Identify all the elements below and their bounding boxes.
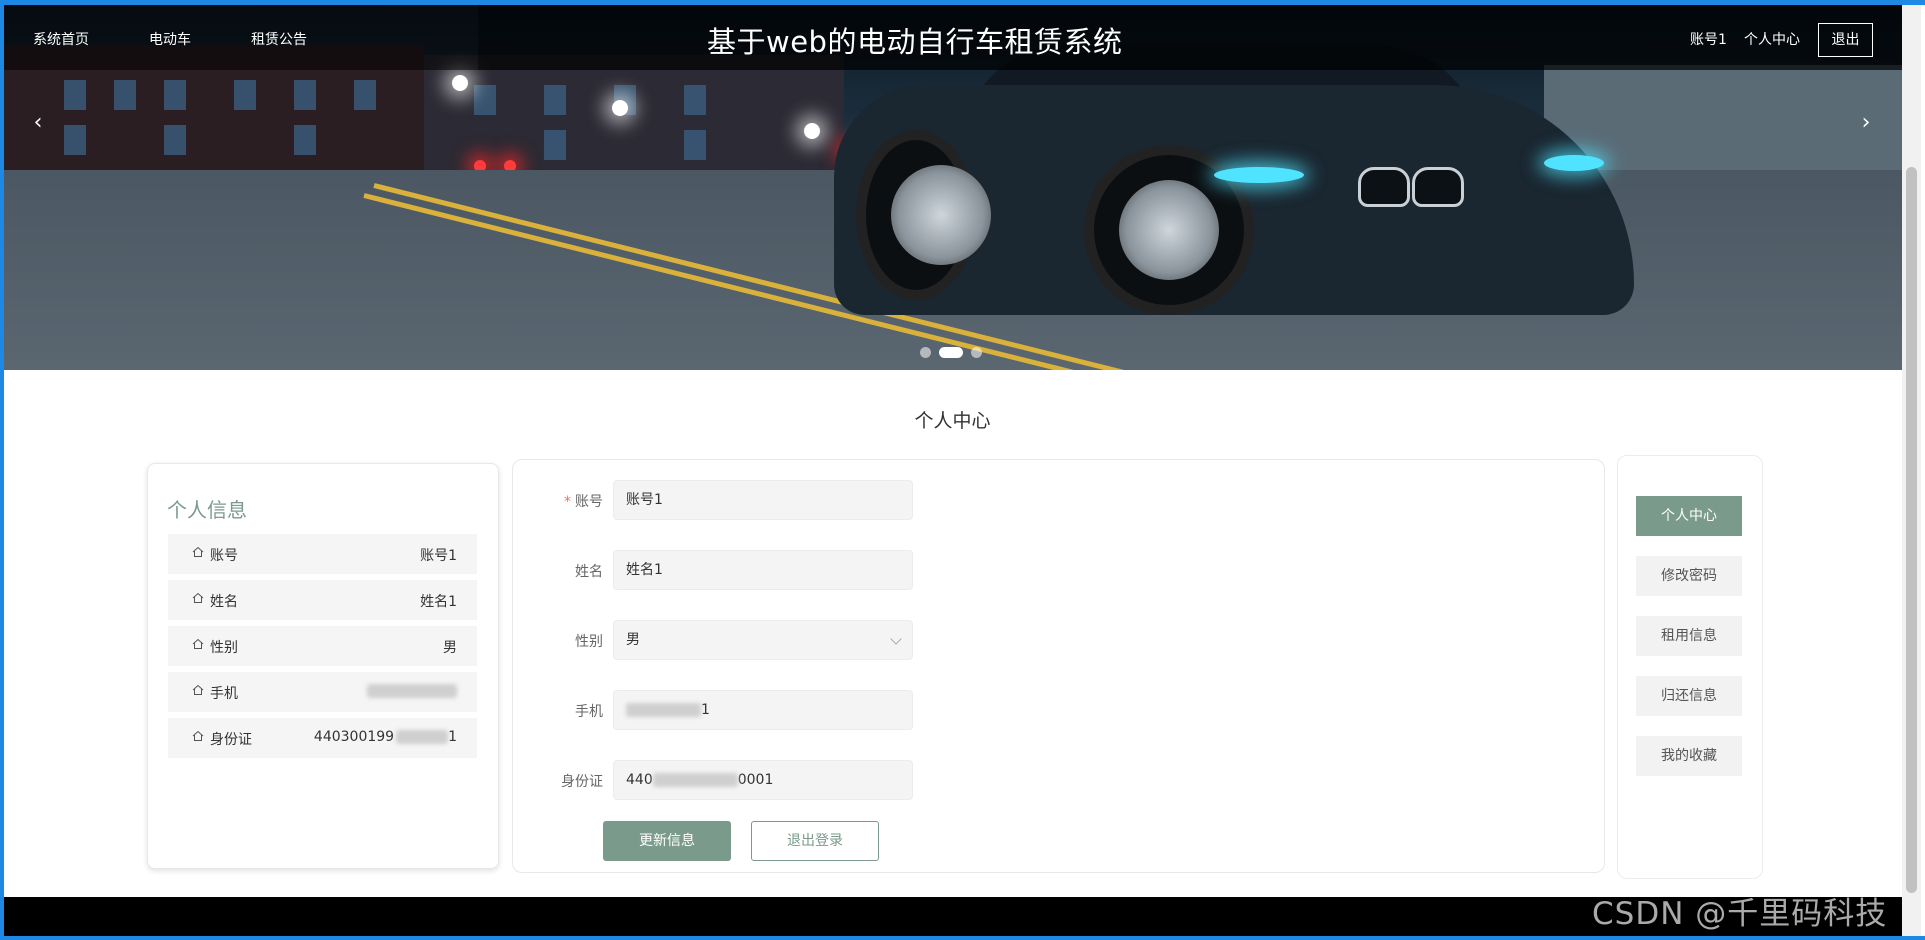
info-value: 账号1: [420, 548, 457, 564]
building-window: [164, 80, 186, 110]
building-window: [684, 130, 706, 160]
nav-personal-center[interactable]: 个人中心: [1744, 29, 1800, 49]
building-window: [544, 130, 566, 160]
street-light: [452, 75, 468, 91]
update-info-button[interactable]: 更新信息: [603, 821, 731, 861]
page-title: 个人中心: [914, 410, 991, 432]
side-menu: 个人中心 修改密码 租用信息 归还信息 我的收藏: [1617, 455, 1763, 879]
info-value: 姓名1: [420, 594, 457, 610]
nav-item-ebikes[interactable]: 电动车: [149, 29, 191, 49]
nav-item-home[interactable]: 系统首页: [33, 29, 89, 49]
building-window: [234, 80, 256, 110]
info-label: 账号: [210, 548, 238, 564]
carousel-prev-icon[interactable]: ‹: [23, 110, 53, 135]
idcard-value-suffix: 0001: [737, 772, 774, 788]
building-window: [64, 125, 86, 155]
carousel-dot[interactable]: [971, 347, 982, 358]
info-label: 性别: [210, 640, 238, 656]
car-grille: [1412, 167, 1464, 207]
logout-button[interactable]: 退出: [1818, 23, 1873, 57]
redaction-blur: [367, 684, 457, 698]
gender-label: 性别: [575, 634, 603, 650]
building-window: [294, 80, 316, 110]
name-input[interactable]: 姓名1: [613, 550, 913, 590]
chevron-down-icon: [890, 633, 902, 645]
side-menu-personal-center[interactable]: 个人中心: [1636, 496, 1742, 536]
home-icon: [192, 684, 204, 695]
info-value-redacted: [367, 683, 457, 699]
site-title: 基于web的电动自行车租赁系统: [707, 25, 1123, 59]
building-window: [684, 85, 706, 115]
side-menu-change-password[interactable]: 修改密码: [1636, 556, 1742, 596]
car-grille: [1358, 167, 1410, 207]
home-icon: [192, 546, 204, 557]
account-input[interactable]: 账号1: [613, 480, 913, 520]
account-label: * 账号: [513, 491, 603, 511]
building-window: [354, 80, 376, 110]
building-window: [114, 80, 136, 110]
logout-account-button[interactable]: 退出登录: [751, 821, 879, 861]
street-light: [612, 100, 628, 116]
scrollbar-thumb[interactable]: [1906, 167, 1917, 893]
info-value: 440300199 1: [313, 729, 457, 745]
info-value-visible: 440300199: [313, 729, 395, 745]
info-label: 姓名: [210, 594, 238, 610]
info-card-title: 个人信息: [167, 498, 247, 522]
redaction-blur: [396, 730, 449, 744]
info-label: 身份证: [210, 732, 252, 748]
nav-item-notices[interactable]: 租赁公告: [251, 29, 307, 49]
carousel-next-icon[interactable]: ›: [1851, 110, 1881, 135]
street-light: [804, 123, 820, 139]
idcard-label: 身份证: [561, 774, 603, 790]
building-window: [474, 85, 496, 115]
car-wheel-rear: [856, 130, 991, 300]
building-window: [544, 85, 566, 115]
carousel-dot-active[interactable]: [939, 347, 963, 358]
idcard-input[interactable]: 440 0001: [613, 760, 913, 800]
gender-select[interactable]: 男: [613, 620, 913, 660]
building-window: [164, 125, 186, 155]
building-window: [64, 80, 86, 110]
phone-label: 手机: [575, 704, 603, 720]
personal-info-card: 个人信息 账号 账号1 姓名 姓名1 性别 男 手机 身份证 440300199…: [147, 463, 499, 869]
home-icon: [192, 592, 204, 603]
carousel-dot[interactable]: [920, 347, 931, 358]
label-text: 账号: [575, 494, 603, 510]
name-label: 姓名: [575, 564, 603, 580]
info-row-account: 账号 账号1: [168, 534, 477, 574]
redaction-blur: [652, 773, 738, 787]
info-value: 男: [443, 640, 457, 656]
side-menu-rental-info[interactable]: 租用信息: [1636, 616, 1742, 656]
phone-value-visible: 1: [701, 702, 710, 718]
info-label: 手机: [210, 686, 238, 702]
top-navigation: 系统首页 电动车 租赁公告 基于web的电动自行车租赁系统 账号1 个人中心 退…: [4, 5, 1902, 70]
info-row-name: 姓名 姓名1: [168, 580, 477, 620]
profile-form-card: * 账号 账号1 姓名 姓名1 性别 男 手机 1 身份证 440 0001 更新信…: [512, 459, 1605, 873]
title-background: [478, 5, 1902, 70]
gender-select-value: 男: [626, 632, 640, 648]
info-row-gender: 性别 男: [168, 626, 477, 666]
watermark-text: CSDN @千里码科技: [1592, 896, 1888, 932]
phone-input[interactable]: 1: [613, 690, 913, 730]
side-menu-return-info[interactable]: 归还信息: [1636, 676, 1742, 716]
window-frame-bottom: [0, 936, 1925, 940]
side-menu-favorites[interactable]: 我的收藏: [1636, 736, 1742, 776]
required-asterisk: *: [564, 494, 571, 510]
idcard-value-prefix: 440: [626, 772, 653, 788]
redaction-blur: [626, 703, 701, 717]
car-headlight: [1214, 167, 1304, 183]
building-window: [294, 125, 316, 155]
nav-account[interactable]: 账号1: [1690, 29, 1727, 49]
carousel-indicators: [920, 347, 982, 358]
car-headlight: [1544, 155, 1604, 171]
home-icon: [192, 730, 204, 741]
info-row-phone: 手机: [168, 672, 477, 712]
home-icon: [192, 638, 204, 649]
info-row-idcard: 身份证 440300199 1: [168, 718, 477, 758]
